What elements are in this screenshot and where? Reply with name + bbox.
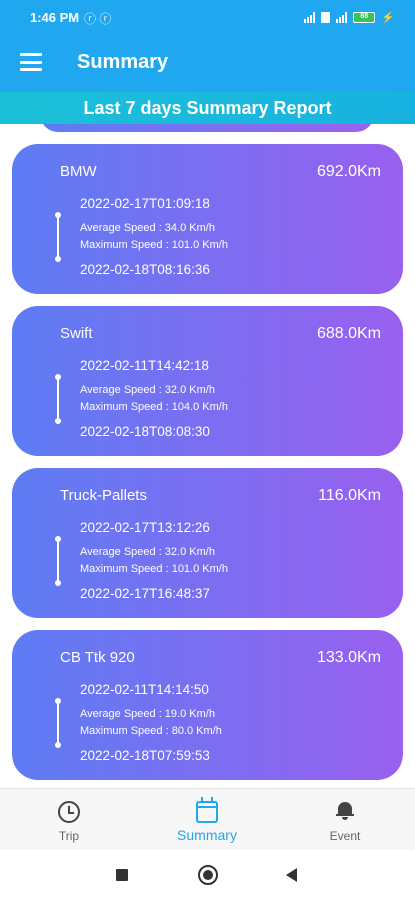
- maximum-speed: Maximum Speed : 101.0 Km/h: [80, 563, 228, 575]
- calendar-icon: [196, 797, 218, 823]
- start-time: 2022-02-17T01:09:18: [80, 196, 210, 211]
- signal-icon: [304, 12, 316, 23]
- nav-label-summary: Summary: [177, 827, 237, 843]
- charging-icon: ⚡: [381, 12, 395, 24]
- app-bar: Summary: [0, 38, 415, 92]
- end-time: 2022-02-18T08:08:30: [80, 424, 210, 439]
- clock-icon: [58, 801, 80, 823]
- report-header: Last 7 days Summary Report: [0, 92, 415, 124]
- vehicle-name: BMW: [60, 163, 97, 180]
- average-speed: Average Speed : 34.0 Km/h: [80, 222, 215, 234]
- nav-item-summary[interactable]: Summary: [138, 789, 276, 851]
- recents-icon[interactable]: [116, 869, 128, 881]
- vehicle-name: CB Ttk 920: [60, 649, 135, 666]
- trip-card[interactable]: CB Ttk 920 133.0Km 2022-02-11T14:14:50 A…: [12, 630, 403, 780]
- bell-icon: [336, 801, 354, 820]
- trip-card[interactable]: BMW 692.0Km 2022-02-17T01:09:18 Average …: [12, 144, 403, 294]
- notification-icons: ⓡ ⓡ: [84, 12, 112, 26]
- maximum-speed: Maximum Speed : 104.0 Km/h: [80, 401, 228, 413]
- status-time: 1:46 PM: [30, 10, 80, 25]
- trip-distance: 116.0Km: [318, 487, 381, 504]
- timeline-icon: [55, 536, 61, 586]
- maximum-speed: Maximum Speed : 80.0 Km/h: [80, 725, 222, 737]
- nav-item-event[interactable]: Event: [276, 789, 414, 851]
- status-bar: 1:46 PM ⓡ ⓡ 68 ⚡: [0, 0, 415, 38]
- nav-item-trip[interactable]: Trip: [0, 789, 138, 851]
- start-time: 2022-02-17T13:12:26: [80, 520, 210, 535]
- trip-card[interactable]: Truck-Pallets 116.0Km 2022-02-17T13:12:2…: [12, 468, 403, 618]
- nav-label-event: Event: [329, 829, 361, 843]
- end-time: 2022-02-18T08:16:36: [80, 262, 210, 277]
- start-time: 2022-02-11T14:42:18: [80, 358, 209, 373]
- average-speed: Average Speed : 19.0 Km/h: [80, 708, 215, 720]
- system-navigation-bar: [0, 850, 415, 900]
- start-time: 2022-02-11T14:14:50: [80, 682, 209, 697]
- trip-distance: 692.0Km: [316, 163, 381, 180]
- signal-icon-2: [336, 12, 348, 23]
- vehicle-name: Truck-Pallets: [60, 487, 147, 504]
- nav-label-trip: Trip: [58, 829, 80, 843]
- end-time: 2022-02-17T16:48:37: [80, 586, 210, 601]
- maximum-speed: Maximum Speed : 101.0 Km/h: [80, 239, 228, 251]
- page-title: Summary: [77, 51, 169, 73]
- trip-list[interactable]: BMW 692.0Km 2022-02-17T01:09:18 Average …: [0, 124, 415, 788]
- menu-icon[interactable]: [20, 53, 42, 71]
- end-time: 2022-02-18T07:59:53: [80, 748, 210, 763]
- battery-icon: 68: [353, 12, 376, 23]
- timeline-icon: [55, 212, 61, 262]
- back-icon[interactable]: [286, 868, 297, 882]
- average-speed: Average Speed : 32.0 Km/h: [80, 384, 215, 396]
- bottom-navigation: Trip Summary Event: [0, 788, 415, 850]
- sim-icon: [321, 12, 331, 23]
- average-speed: Average Speed : 32.0 Km/h: [80, 546, 215, 558]
- status-indicators: 68 ⚡: [304, 11, 395, 24]
- previous-card-edge[interactable]: [40, 124, 374, 132]
- trip-distance: 688.0Km: [316, 325, 381, 342]
- timeline-icon: [55, 374, 61, 424]
- trip-card[interactable]: Swift 688.0Km 2022-02-11T14:42:18 Averag…: [12, 306, 403, 456]
- timeline-icon: [55, 698, 61, 748]
- trip-distance: 133.0Km: [316, 649, 381, 666]
- home-icon[interactable]: [198, 865, 218, 885]
- vehicle-name: Swift: [60, 325, 93, 342]
